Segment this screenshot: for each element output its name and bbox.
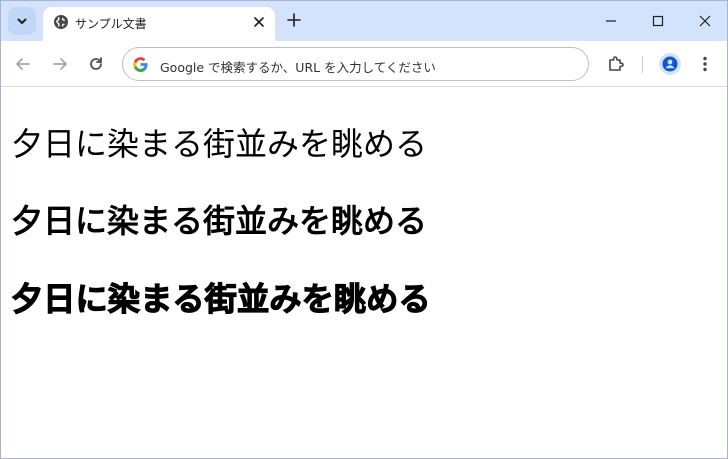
globe-icon bbox=[54, 15, 68, 29]
tab-search-button[interactable] bbox=[8, 7, 36, 35]
text-line-bold: 夕日に染まる街並みを眺める bbox=[11, 202, 428, 240]
page-content: 夕日に染まる街並みを眺める 夕日に染まる街並みを眺める 夕日に染まる街並みを眺め… bbox=[1, 88, 727, 458]
chevron-down-icon bbox=[17, 18, 27, 24]
tab-active[interactable]: サンプル文書 bbox=[43, 7, 275, 41]
tab-title: サンプル文書 bbox=[75, 17, 147, 31]
address-bar-placeholder: Google で検索するか、URL を入力してください bbox=[160, 60, 436, 75]
close-icon[interactable] bbox=[696, 12, 714, 30]
toolbar-divider bbox=[642, 56, 643, 73]
google-logo-icon bbox=[133, 57, 148, 73]
profile-avatar-icon[interactable] bbox=[659, 53, 681, 75]
text-line-heavy: 夕日に染まる街並みを眺める bbox=[10, 280, 431, 318]
close-icon[interactable] bbox=[251, 14, 267, 30]
text-line-normal: 夕日に染まる街並みを眺める bbox=[11, 125, 428, 163]
tab-strip: サンプル文書 bbox=[1, 1, 727, 41]
forward-arrow-icon[interactable] bbox=[50, 54, 70, 74]
extensions-puzzle-icon[interactable] bbox=[606, 54, 626, 74]
address-bar[interactable]: Google で検索するか、URL を入力してください bbox=[122, 47, 589, 81]
more-vert-icon[interactable] bbox=[695, 54, 715, 74]
minimize-icon[interactable] bbox=[602, 12, 620, 30]
reload-icon[interactable] bbox=[86, 54, 106, 74]
maximize-icon[interactable] bbox=[649, 12, 667, 30]
browser-window: サンプル文書 Google で検索するか、URL を入力してください 夕日に染ま… bbox=[0, 0, 728, 459]
plus-icon[interactable] bbox=[285, 11, 303, 29]
back-arrow-icon[interactable] bbox=[13, 54, 33, 74]
toolbar: Google で検索するか、URL を入力してください bbox=[1, 41, 727, 87]
